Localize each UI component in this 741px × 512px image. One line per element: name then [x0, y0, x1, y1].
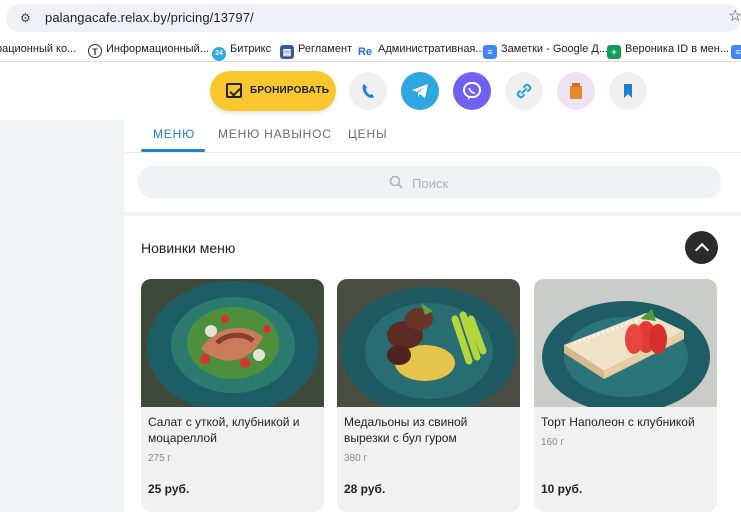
bookmark-item[interactable]: + Вероника ID в мен...	[607, 40, 730, 59]
bag-icon	[570, 83, 582, 99]
bookmark-label: рационный ко...	[0, 43, 77, 55]
collapse-button[interactable]	[685, 231, 718, 264]
tab-takeaway-menu[interactable]: МЕНЮ НАВЫНОС	[218, 127, 332, 141]
t-circle-icon: T	[88, 44, 102, 58]
viber-icon	[463, 82, 481, 100]
search-input[interactable]: Поиск	[138, 166, 721, 198]
phone-button[interactable]	[349, 72, 387, 110]
bookmark-button[interactable]	[609, 72, 647, 110]
site-settings-icon[interactable]: ⚙	[20, 11, 34, 25]
dish-weight: 380 г	[344, 453, 368, 464]
bookmark-item[interactable]: 24 Битрикс	[212, 40, 272, 61]
bookmark-item[interactable]: рационный ко...	[0, 40, 76, 58]
bookmark-item[interactable]: ▤ Регламент	[280, 40, 353, 59]
re-icon: Re	[357, 46, 373, 58]
link-icon	[516, 83, 532, 99]
phone-icon	[362, 84, 374, 98]
menu-item-card[interactable]: Торт Наполеон с клубникой 160 г 10 руб.	[534, 279, 717, 512]
viber-button[interactable]	[453, 72, 491, 110]
takeaway-button[interactable]	[557, 72, 595, 110]
bookmark-item[interactable]: Re Административная...	[356, 40, 485, 58]
telegram-icon	[412, 84, 428, 98]
dish-photo	[534, 279, 717, 407]
dish-weight: 160 г	[541, 437, 565, 448]
menu-item-card[interactable]: Салат с уткой, клубникой и моцареллой 27…	[141, 279, 324, 512]
dish-price: 28 руб.	[344, 482, 386, 496]
table-icon: ▤	[280, 45, 294, 59]
bookmark-label: Регламент	[298, 43, 353, 55]
dish-name: Медальоны из свиной вырезки с бул гуром	[344, 415, 468, 445]
url-text[interactable]: palangacafe.relax.by/pricing/13797/	[45, 10, 254, 25]
bookmark-item[interactable]: ≡ Заметки - Google Д...	[483, 40, 608, 59]
sheets-plus-icon: +	[607, 45, 621, 59]
share-link-button[interactable]	[505, 72, 543, 110]
menu-item-card[interactable]: Медальоны из свиной вырезки с бул гуром …	[337, 279, 520, 512]
section-title: Новинки меню	[141, 240, 236, 256]
telegram-button[interactable]	[401, 72, 439, 110]
search-icon	[389, 175, 403, 189]
browser-address-bar: ⚙ palangacafe.relax.by/pricing/13797/ ☆	[0, 0, 741, 36]
tab-prices[interactable]: ЦЕНЫ	[348, 127, 387, 141]
bookmark-icon	[624, 84, 632, 98]
docs-icon: ≡	[731, 45, 741, 59]
bookmarks-bar: рационный ко... T Информационный... 24 Бит…	[0, 36, 741, 62]
book-button-label: БРОНИРОВАТЬ	[250, 85, 330, 96]
dish-name: Салат с уткой, клубникой и моцареллой	[148, 415, 300, 445]
tab-menu[interactable]: МЕНЮ	[153, 127, 195, 141]
page-gutter	[0, 120, 124, 512]
bookmark-label: Административная...	[378, 43, 485, 55]
book-button[interactable]: БРОНИРОВАТЬ	[210, 71, 336, 111]
dish-price: 25 руб.	[148, 482, 190, 496]
calendar-check-icon	[226, 83, 242, 98]
dish-price: 10 руб.	[541, 482, 583, 496]
bookmark-label: Битрикс	[230, 43, 272, 55]
dish-name: Торт Наполеон с клубникой	[541, 415, 695, 429]
bitrix24-icon: 24	[212, 47, 226, 61]
bookmark-label: Информационный...	[106, 43, 209, 55]
search-placeholder: Поиск	[412, 176, 449, 191]
bookmark-label: Заметки - Google Д...	[501, 43, 608, 55]
dish-photo	[337, 279, 520, 407]
bookmark-label: Вероника ID в мен...	[625, 43, 730, 55]
docs-icon: ≡	[483, 45, 497, 59]
tabs-divider	[124, 152, 741, 153]
dish-photo	[141, 279, 324, 407]
bookmark-star-icon[interactable]: ☆	[728, 8, 741, 26]
dish-weight: 275 г	[148, 453, 172, 464]
bookmark-item[interactable]: ≡	[731, 40, 741, 59]
bookmark-item[interactable]: T Информационный...	[88, 40, 209, 58]
